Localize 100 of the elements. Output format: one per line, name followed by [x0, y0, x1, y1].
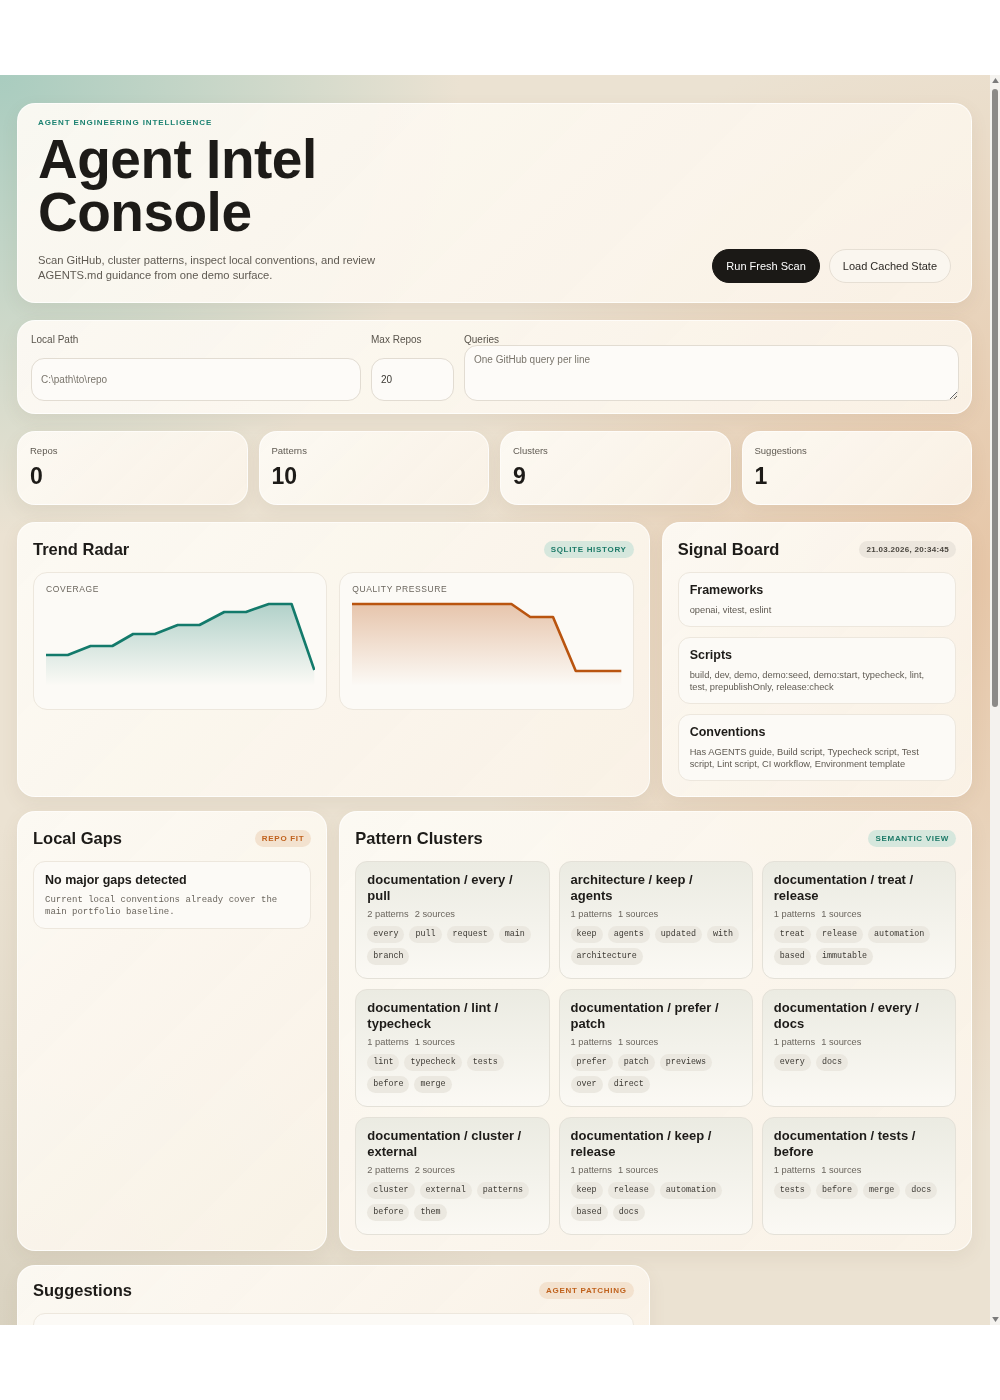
pattern-count: 1 patterns: [570, 909, 612, 919]
cluster-title: documentation / keep / release: [570, 1128, 713, 1160]
stat-value: 1: [754, 463, 768, 489]
cluster-title: documentation / lint / typecheck: [367, 1000, 500, 1032]
tag: based: [773, 948, 811, 965]
cluster-title: documentation / cluster / external: [367, 1128, 523, 1160]
tag: branch: [367, 948, 410, 965]
source-count: 1 sources: [617, 1037, 659, 1047]
field-label: Local Path: [31, 334, 80, 345]
tag: merge: [414, 1076, 452, 1093]
stat-label: Clusters: [513, 445, 548, 456]
badge: SEMANTIC VIEW: [868, 829, 956, 847]
signal-title: Frameworks: [689, 583, 765, 597]
tag: before: [367, 1076, 410, 1093]
tag: every: [367, 926, 405, 943]
source-count: 1 sources: [617, 909, 659, 919]
cluster-title: documentation / prefer / patch: [570, 1000, 720, 1032]
tag: treat: [773, 926, 811, 943]
stat-value: 0: [30, 463, 43, 489]
textarea-field[interactable]: One GitHub query per line: [464, 345, 959, 401]
input-field[interactable]: C:\path\to\repo: [31, 358, 361, 401]
stat-label: Patterns: [271, 445, 307, 456]
tag: automation: [868, 926, 931, 943]
pattern-count: 2 patterns: [367, 909, 409, 919]
signal-text: Has AGENTS guide, Build script, Typecheck script, Test script, Lint script, CI workflow, Environment template: [689, 746, 920, 770]
badge: SQLITE HISTORY: [543, 540, 634, 558]
panel-title: Local Gaps: [33, 828, 122, 848]
tag: release: [815, 926, 864, 943]
tag: pull: [409, 926, 442, 943]
tag: agents: [607, 926, 650, 943]
tag: main: [498, 926, 531, 943]
tag: before: [367, 1204, 410, 1221]
tag: release: [607, 1182, 655, 1199]
tag: every: [773, 1054, 811, 1071]
stat-label: Repos: [30, 445, 58, 456]
cluster-title: documentation / tests / before: [773, 1128, 917, 1160]
cluster-title: architecture / keep / agents: [570, 872, 694, 904]
signal-title: Conventions: [689, 725, 767, 739]
cluster-title: documentation / every / docs: [773, 1000, 920, 1032]
timestamp-badge: 21.03.2026, 20:34:45: [859, 540, 956, 558]
source-count: 2 sources: [414, 909, 455, 919]
scrollbar-thumb[interactable]: [992, 89, 998, 707]
cluster-title: documentation / treat / release: [773, 872, 915, 904]
tag: over: [570, 1076, 603, 1093]
tag: patch: [617, 1054, 655, 1071]
signal-text: openai, vitest, eslint: [689, 604, 773, 616]
tag: based: [570, 1204, 608, 1221]
tag: prefer: [570, 1054, 613, 1071]
signal-title: Scripts: [689, 648, 734, 662]
stat-value: 10: [271, 463, 298, 489]
tag: patterns: [476, 1182, 529, 1199]
tag: keep: [570, 926, 603, 943]
pattern-count: 2 patterns: [367, 1165, 409, 1175]
tag: tests: [773, 1182, 811, 1199]
badge: AGENT PATCHING: [539, 1282, 634, 1299]
panel-title: Trend Radar: [33, 539, 130, 559]
pattern-count: 1 patterns: [773, 1037, 816, 1047]
stat-label: Suggestions: [754, 445, 807, 456]
stat-value: 9: [513, 463, 526, 489]
tag: immutable: [815, 948, 874, 965]
tag: updated: [654, 926, 702, 943]
panel-title: Signal Board: [677, 539, 780, 559]
signal-text: build, dev, demo, demo:seed, demo:start, typecheck, lint, test, prepublishOnly, release:check: [689, 669, 926, 693]
tag: cluster: [367, 1182, 415, 1199]
run-scan-button[interactable]: Run Fresh Scan: [712, 249, 820, 283]
panel-title: Suggestions: [33, 1281, 132, 1300]
tag: external: [419, 1182, 472, 1199]
pattern-count: 1 patterns: [773, 1165, 816, 1175]
tag: lint: [367, 1054, 400, 1071]
panel-title: Pattern Clusters: [355, 828, 483, 848]
pattern-count: 1 patterns: [570, 1037, 612, 1047]
source-count: 1 sources: [821, 1037, 862, 1047]
tag: direct: [607, 1076, 650, 1093]
scrollbar[interactable]: [990, 75, 1000, 1325]
tag: tests: [466, 1054, 504, 1071]
tag: before: [815, 1182, 859, 1199]
pattern-count: 1 patterns: [367, 1037, 409, 1047]
tag: previews: [659, 1054, 713, 1071]
tag: automation: [659, 1182, 723, 1199]
badge: REPO FIT: [254, 829, 312, 847]
field-label: Queries: [464, 334, 500, 345]
scroll-up-icon[interactable]: [991, 78, 999, 83]
load-cached-button[interactable]: Load Cached State: [828, 249, 951, 283]
source-count: 1 sources: [414, 1037, 455, 1047]
input-field[interactable]: 20: [371, 358, 454, 401]
source-count: 1 sources: [821, 909, 862, 919]
page-title: Agent Intel Console: [38, 133, 318, 239]
scroll-down-icon[interactable]: [991, 1317, 999, 1322]
eyebrow-label: AGENT ENGINEERING INTELLIGENCE: [38, 118, 214, 127]
tag: architecture: [570, 948, 643, 965]
source-count: 1 sources: [821, 1165, 862, 1175]
gap-text: Current local conventions already cover the main portfolio baseline.: [45, 894, 279, 918]
source-count: 2 sources: [414, 1165, 455, 1175]
field-label: Max Repos: [371, 334, 423, 345]
tag: keep: [570, 1182, 603, 1199]
tag: merge: [863, 1182, 901, 1199]
tag: with: [707, 926, 740, 943]
tag: docs: [612, 1204, 645, 1221]
tag: docs: [905, 1182, 938, 1199]
tag: docs: [815, 1054, 848, 1071]
